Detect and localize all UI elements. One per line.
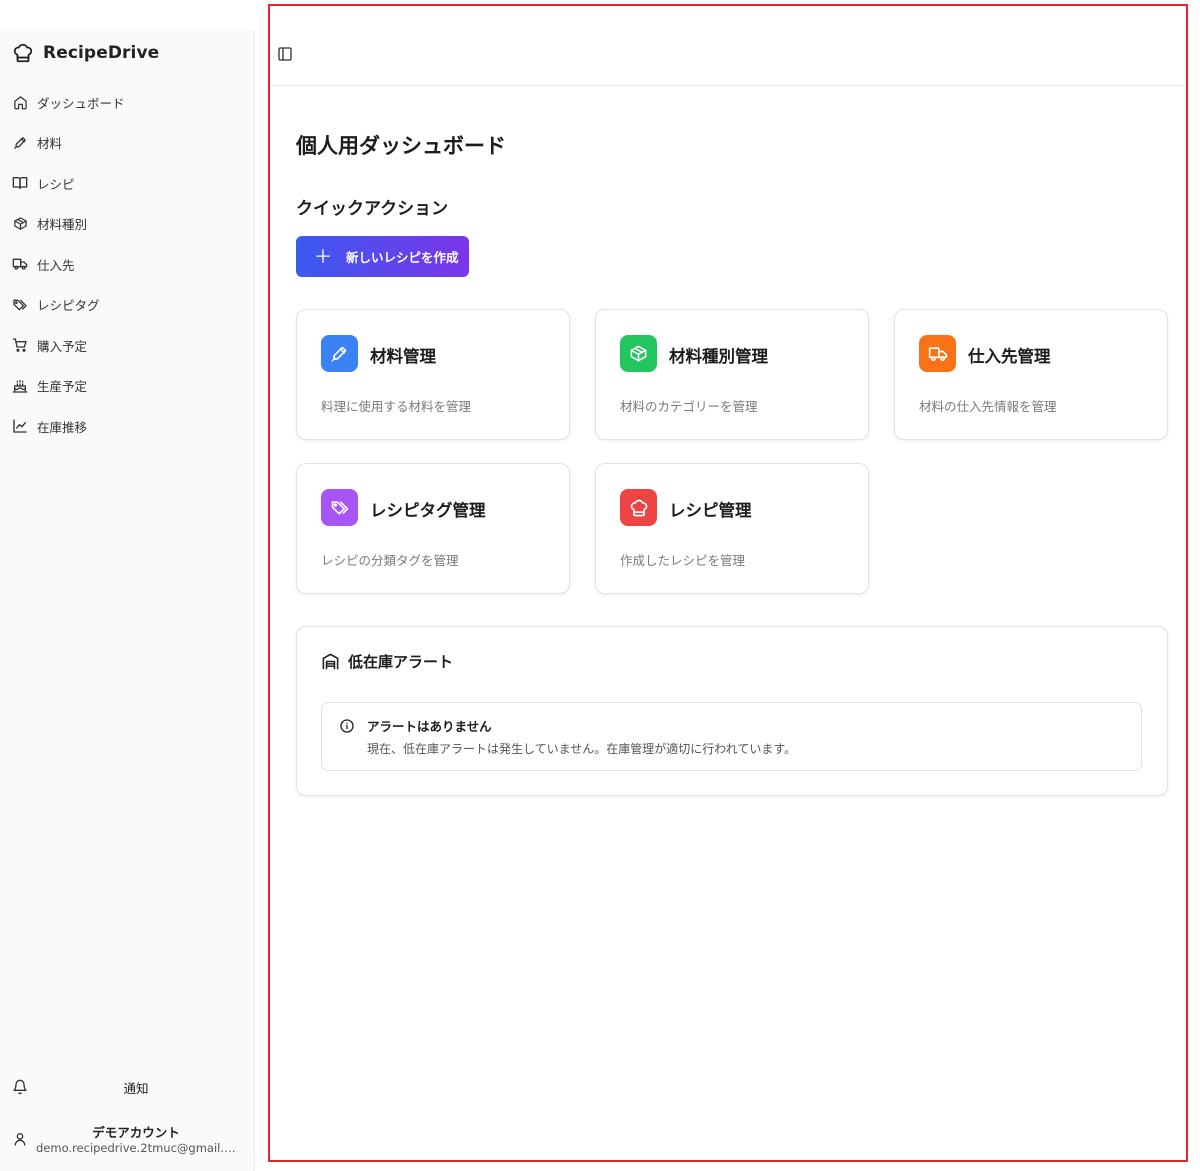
card-description: 作成したレシピを管理	[620, 553, 746, 568]
card-description: 料理に使用する材料を管理	[321, 399, 472, 414]
chart-icon	[12, 418, 28, 434]
card-title: レシピ管理	[669, 501, 752, 520]
alert-description: 現在、低在庫アラートは発生していません。在庫管理が適切に行われています。	[367, 742, 797, 756]
brand[interactable]: RecipeDrive	[12, 42, 159, 64]
chef-hat-icon	[12, 42, 34, 64]
card-ingredients[interactable]: 材料管理 料理に使用する材料を管理	[296, 309, 570, 440]
book-icon	[12, 175, 28, 191]
pen-icon	[321, 335, 358, 372]
sidebar-item-recipes[interactable]: レシピ	[0, 163, 255, 204]
top-bar	[270, 6, 1186, 86]
account-email: demo.recipedrive.2tmuc@gmail.c...	[36, 1141, 241, 1155]
card-title: 仕入先管理	[968, 347, 1051, 366]
sidebar-item-dashboard[interactable]: ダッシュボード	[0, 82, 255, 123]
main-content: 個人用ダッシュボード クイックアクション ＋ 新しいレシピを作成 材料管理 料理…	[268, 4, 1188, 1162]
cart-icon	[12, 337, 28, 353]
user-icon	[12, 1131, 28, 1147]
chef-hat-icon	[620, 489, 657, 526]
truck-icon	[919, 335, 956, 372]
sidebar-item-production-plan[interactable]: 生産予定	[0, 366, 255, 407]
sidebar-item-ingredient-types[interactable]: 材料種別	[0, 204, 255, 245]
page-title: 個人用ダッシュボード	[296, 134, 506, 158]
pen-icon	[12, 135, 28, 151]
sidebar-item-label: 材料	[37, 136, 63, 152]
sidebar-item-label: 購入予定	[37, 338, 88, 354]
card-description: 材料のカテゴリーを管理	[620, 399, 758, 414]
notifications-button[interactable]: 通知	[0, 1075, 255, 1099]
alert-message: アラートはありません 現在、低在庫アラートは発生していません。在庫管理が適切に行…	[321, 702, 1142, 771]
home-icon	[12, 94, 28, 110]
quick-actions-title: クイックアクション	[296, 199, 449, 219]
plus-icon: ＋	[314, 246, 332, 267]
card-title: 材料種別管理	[669, 347, 768, 366]
sidebar-nav: ダッシュボード 材料 レシピ 材料種別 仕入先 レシピタグ 購入予定 生産予定 …	[0, 82, 255, 447]
tags-icon	[12, 297, 28, 313]
sidebar-item-label: ダッシュボード	[37, 95, 125, 111]
card-description: 材料の仕入先情報を管理	[919, 399, 1057, 414]
sidebar-item-label: 仕入先	[37, 257, 75, 273]
new-recipe-label: 新しいレシピを作成	[346, 251, 459, 265]
card-recipes[interactable]: レシピ管理 作成したレシピを管理	[595, 463, 869, 594]
low-stock-title: 低在庫アラート	[348, 653, 454, 671]
sidebar-item-label: レシピ	[37, 176, 75, 192]
app-root: RecipeDrive ダッシュボード 材料 レシピ 材料種別 仕入先 レシピタ…	[0, 0, 1200, 1171]
sidebar: RecipeDrive ダッシュボード 材料 レシピ 材料種別 仕入先 レシピタ…	[0, 30, 255, 1171]
notifications-label: 通知	[123, 1080, 149, 1096]
low-stock-panel: 低在庫アラート アラートはありません 現在、低在庫アラートは発生していません。在…	[296, 626, 1168, 796]
card-suppliers[interactable]: 仕入先管理 材料の仕入先情報を管理	[894, 309, 1168, 440]
new-recipe-button[interactable]: ＋ 新しいレシピを作成	[296, 236, 469, 277]
sidebar-item-recipe-tags[interactable]: レシピタグ	[0, 285, 255, 326]
card-title: 材料管理	[370, 347, 436, 366]
app-name: RecipeDrive	[43, 43, 160, 63]
sidebar-item-label: レシピタグ	[37, 298, 100, 314]
truck-icon	[12, 256, 28, 272]
account-name: デモアカウント	[92, 1125, 180, 1140]
card-title: レシピタグ管理	[370, 501, 486, 520]
cake-icon	[12, 378, 28, 394]
sidebar-item-label: 材料種別	[37, 217, 88, 233]
sidebar-item-stock-trend[interactable]: 在庫推移	[0, 406, 255, 447]
sidebar-item-ingredients[interactable]: 材料	[0, 123, 255, 164]
box-icon	[12, 216, 28, 232]
low-stock-header: 低在庫アラート	[321, 651, 453, 672]
warehouse-icon	[321, 652, 340, 671]
sidebar-item-suppliers[interactable]: 仕入先	[0, 244, 255, 285]
box-icon	[620, 335, 657, 372]
account-menu[interactable]: デモアカウント demo.recipedrive.2tmuc@gmail.c..…	[0, 1120, 255, 1160]
card-ingredient-types[interactable]: 材料種別管理 材料のカテゴリーを管理	[595, 309, 869, 440]
alert-title: アラートはありません	[367, 719, 492, 734]
sidebar-item-label: 生産予定	[37, 379, 88, 395]
info-icon	[339, 718, 355, 734]
sidebar-item-label: 在庫推移	[37, 419, 88, 435]
sidebar-item-purchase-plan[interactable]: 購入予定	[0, 325, 255, 366]
sidebar-toggle-icon[interactable]	[277, 46, 293, 62]
tags-icon	[321, 489, 358, 526]
card-description: レシピの分類タグを管理	[321, 553, 459, 568]
card-recipe-tags[interactable]: レシピタグ管理 レシピの分類タグを管理	[296, 463, 570, 594]
